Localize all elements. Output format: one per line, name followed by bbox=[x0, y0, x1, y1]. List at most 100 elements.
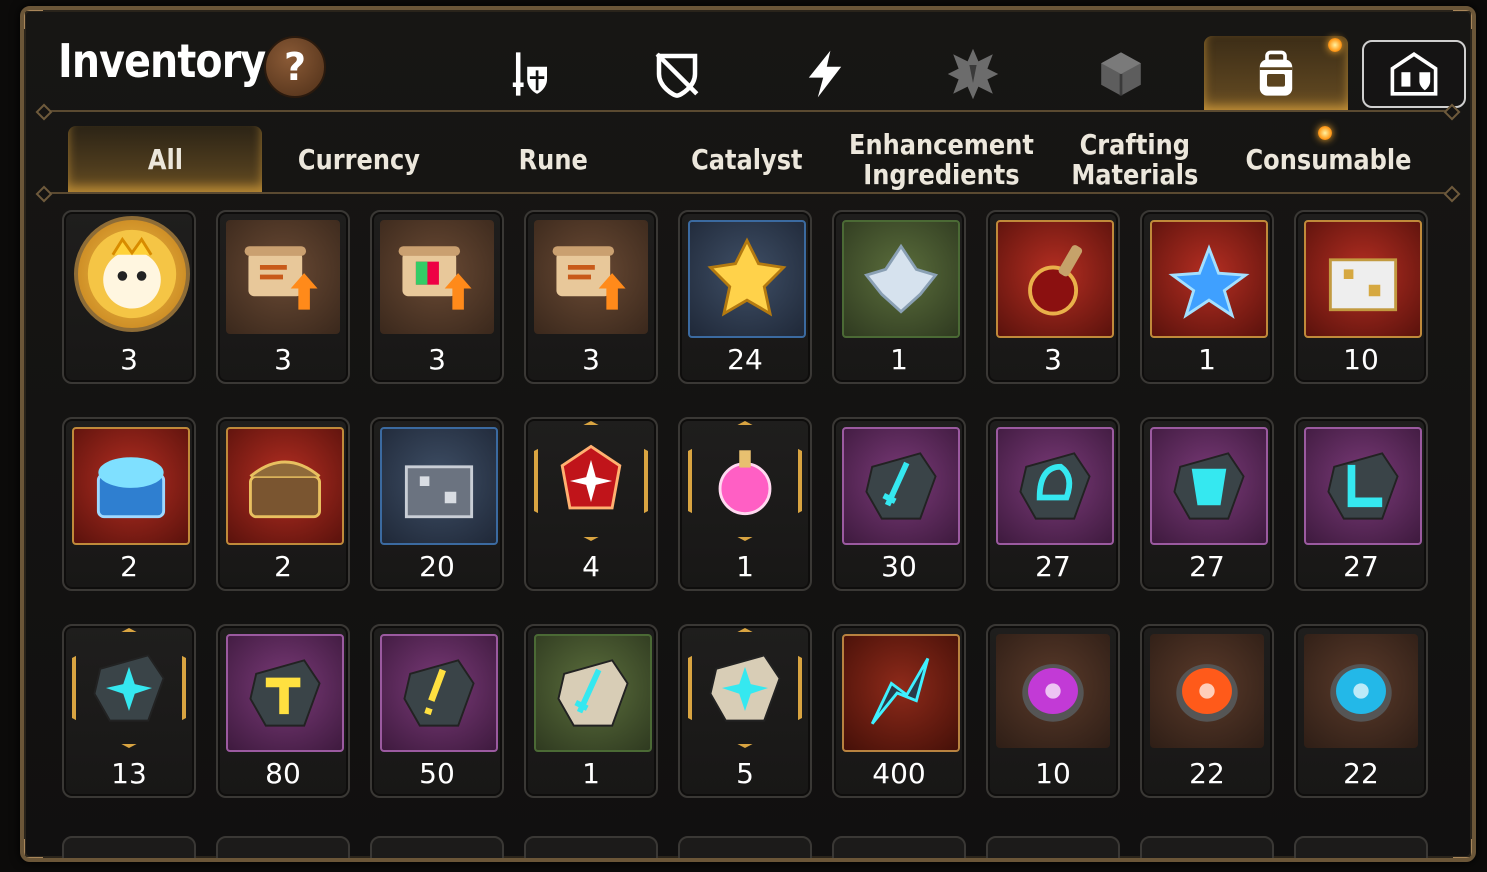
inventory-slot[interactable]: 30 bbox=[832, 417, 966, 591]
item-icon-frame bbox=[842, 427, 960, 545]
inventory-slot[interactable]: 2 bbox=[216, 417, 350, 591]
tab-crossed-shield[interactable] bbox=[612, 36, 742, 112]
item-quantity: 3 bbox=[582, 343, 600, 376]
item-icon-frame bbox=[380, 220, 494, 334]
inventory-slot[interactable]: 400 bbox=[832, 624, 966, 798]
tab-crafting-materials[interactable]: Crafting Materials bbox=[1038, 126, 1232, 194]
item-icon-frame bbox=[534, 421, 648, 541]
silver-chest-box-icon bbox=[404, 465, 474, 519]
armor-rune-stone-icon bbox=[1173, 452, 1245, 520]
item-quantity: 27 bbox=[1343, 550, 1379, 583]
inventory-slot[interactable]: 3 bbox=[524, 210, 658, 384]
inventory-slot[interactable]: 3 bbox=[62, 210, 196, 384]
tab-spiky[interactable] bbox=[908, 36, 1038, 112]
inventory-slot[interactable]: 5 bbox=[678, 624, 812, 798]
inventory-slot[interactable]: 27 bbox=[986, 417, 1120, 591]
inventory-slot-partial[interactable] bbox=[832, 836, 966, 858]
tab-enhancement-ingredients[interactable]: Enhancement Ingredients bbox=[844, 126, 1038, 194]
inventory-slot[interactable]: 1 bbox=[678, 417, 812, 591]
item-quantity: 20 bbox=[419, 550, 455, 583]
item-quantity: 3 bbox=[428, 343, 446, 376]
tab-divider bbox=[48, 192, 1448, 194]
inventory-slot[interactable]: 3 bbox=[986, 210, 1120, 384]
cyan-orb-disc-icon bbox=[1330, 664, 1392, 722]
item-icon-frame bbox=[842, 634, 960, 752]
frame-corner bbox=[1453, 839, 1472, 858]
item-icon-frame bbox=[1150, 427, 1268, 545]
sword-rune-stone-icon bbox=[865, 452, 937, 520]
inventory-slot[interactable]: 10 bbox=[1294, 210, 1428, 384]
tab-cube[interactable] bbox=[1056, 36, 1186, 112]
inventory-slot[interactable]: 1 bbox=[1140, 210, 1274, 384]
inventory-slot[interactable]: 2 bbox=[62, 417, 196, 591]
inventory-slot-partial[interactable] bbox=[1294, 836, 1428, 858]
inventory-slot[interactable]: 24 bbox=[678, 210, 812, 384]
inventory-slot-partial[interactable] bbox=[524, 836, 658, 858]
inventory-slot[interactable]: 1 bbox=[524, 624, 658, 798]
crossed-shield-icon bbox=[655, 52, 699, 98]
inventory-slot[interactable]: 22 bbox=[1294, 624, 1428, 798]
tab-equipment[interactable] bbox=[464, 36, 594, 112]
inventory-slot[interactable]: 3 bbox=[370, 210, 504, 384]
item-quantity: 2 bbox=[120, 550, 138, 583]
item-quantity: 30 bbox=[881, 550, 917, 583]
inventory-slot[interactable]: 27 bbox=[1140, 417, 1274, 591]
item-quantity: 1 bbox=[890, 343, 908, 376]
inventory-slot-partial[interactable] bbox=[986, 836, 1120, 858]
item-icon-frame bbox=[688, 421, 802, 541]
star-rune-stone-hex-icon bbox=[93, 654, 165, 722]
scroll-upgrade-icon bbox=[552, 246, 626, 310]
tab-catalyst[interactable]: Catalyst bbox=[650, 126, 844, 194]
tab-all[interactable]: All bbox=[68, 126, 262, 194]
item-icon-frame bbox=[226, 634, 344, 752]
inventory-slot[interactable]: 22 bbox=[1140, 624, 1274, 798]
inventory-slot-partial[interactable] bbox=[1140, 836, 1274, 858]
item-quantity: 22 bbox=[1343, 757, 1379, 790]
item-quantity: 80 bbox=[265, 757, 301, 790]
item-quantity: 400 bbox=[872, 757, 926, 790]
inventory-slot-partial[interactable] bbox=[216, 836, 350, 858]
blue-glowing-chest-icon bbox=[96, 457, 166, 519]
red-sparkle-gem-icon bbox=[560, 444, 622, 510]
inventory-slot[interactable]: 27 bbox=[1294, 417, 1428, 591]
tab-backpack[interactable] bbox=[1204, 36, 1348, 112]
frame-corner bbox=[1453, 10, 1472, 29]
inventory-slot[interactable]: 50 bbox=[370, 624, 504, 798]
tab-guild[interactable] bbox=[1362, 40, 1466, 108]
item-icon-frame bbox=[688, 628, 802, 748]
inventory-slot[interactable]: 80 bbox=[216, 624, 350, 798]
item-icon-frame bbox=[996, 427, 1114, 545]
inventory-slot[interactable]: 20 bbox=[370, 417, 504, 591]
item-quantity: 24 bbox=[727, 343, 763, 376]
inventory-slot-partial[interactable] bbox=[370, 836, 504, 858]
backpack-icon bbox=[1259, 50, 1293, 96]
item-quantity: 27 bbox=[1035, 550, 1071, 583]
item-icon-frame bbox=[226, 220, 340, 334]
tab-energy[interactable] bbox=[760, 36, 890, 112]
inventory-slot[interactable]: 13 bbox=[62, 624, 196, 798]
tab-currency[interactable]: Currency bbox=[262, 126, 456, 194]
inventory-slot-partial[interactable] bbox=[62, 836, 196, 858]
pink-potion-hex-icon bbox=[718, 450, 772, 516]
inventory-slot[interactable]: 1 bbox=[832, 210, 966, 384]
item-icon-frame bbox=[842, 220, 960, 338]
help-button[interactable]: ? bbox=[264, 36, 326, 98]
item-icon-frame bbox=[72, 427, 190, 545]
item-quantity: 10 bbox=[1343, 343, 1379, 376]
inventory-slot-partial[interactable] bbox=[678, 836, 812, 858]
hero-portrait-coin-icon bbox=[87, 229, 177, 319]
inventory-slot[interactable]: 3 bbox=[216, 210, 350, 384]
gold-hammer-rune-stone-icon bbox=[249, 659, 321, 727]
item-icon-frame bbox=[1304, 634, 1418, 748]
tab-rune[interactable]: Rune bbox=[456, 126, 650, 194]
item-icon-frame bbox=[1150, 220, 1268, 338]
inventory-slot[interactable]: 10 bbox=[986, 624, 1120, 798]
notification-dot bbox=[1318, 126, 1332, 140]
gold-treasure-chest-icon bbox=[249, 460, 321, 519]
header-divider bbox=[48, 110, 1448, 112]
silver-crystal-flower-icon bbox=[863, 243, 939, 314]
gold-chest-box-icon bbox=[1328, 258, 1398, 312]
inventory-slot[interactable]: 4 bbox=[524, 417, 658, 591]
lightning-icon bbox=[808, 50, 842, 98]
inventory-panel: Inventory ? All Currency Rune Catalyst E… bbox=[20, 6, 1476, 862]
